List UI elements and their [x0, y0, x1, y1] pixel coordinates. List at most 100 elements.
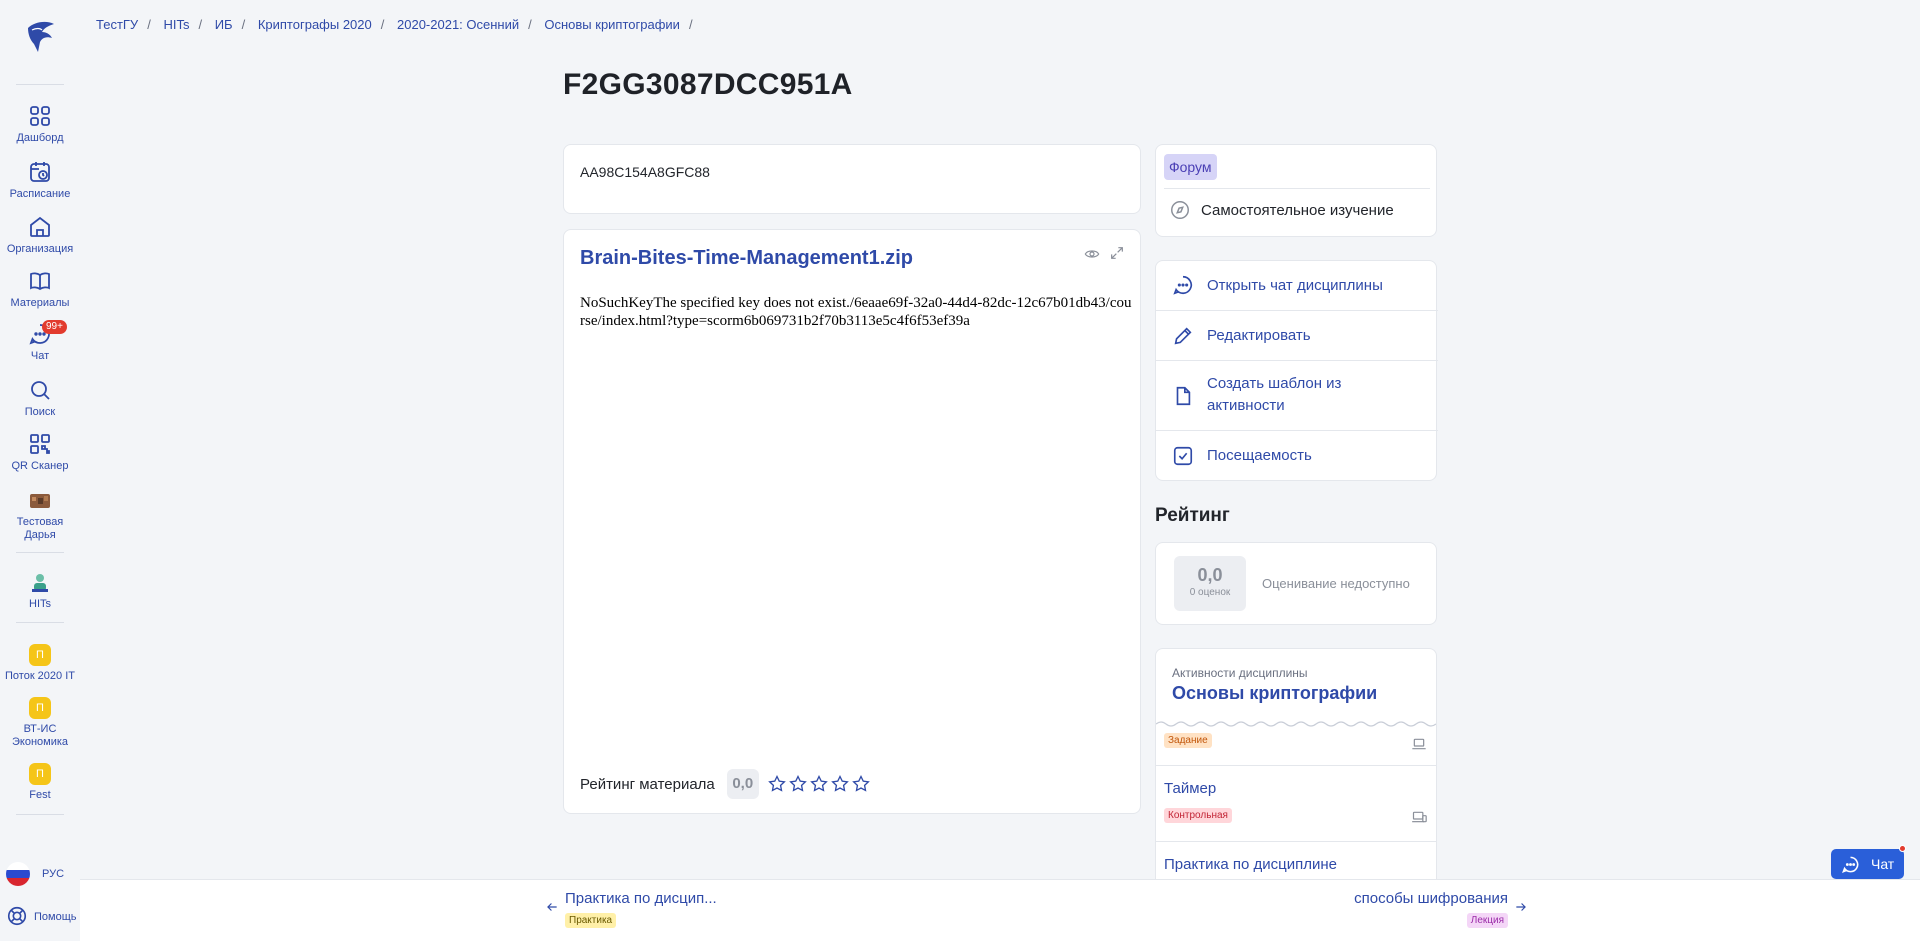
activity-item[interactable]: Задание — [1156, 728, 1436, 766]
sidebar: Дашборд Расписание Организация Материалы… — [0, 0, 80, 941]
star-icon[interactable] — [788, 774, 808, 794]
help-label: Помощь — [34, 911, 77, 923]
activities-subtitle: Активности дисциплины — [1172, 666, 1308, 680]
previous-activity-label: Практика по дисцип... — [565, 890, 717, 907]
breadcrumb-separator: / — [688, 17, 693, 32]
qr-icon — [30, 434, 50, 454]
next-activity-link[interactable]: способы шифрования Лекция — [1258, 890, 1526, 928]
sidebar-item-group-1[interactable]: П Поток 2020 IT — [0, 644, 80, 683]
sidebar-item-search[interactable]: Поиск — [0, 378, 80, 419]
actions-card: Открыть чат дисциплины Редактировать Соз… — [1155, 260, 1438, 481]
lifebuoy-icon — [7, 906, 27, 926]
activity-item[interactable]: Таймер Контрольная — [1156, 766, 1436, 842]
material-rating-value: 0,0 — [726, 769, 759, 799]
grid-icon — [30, 106, 50, 126]
star-rating[interactable] — [767, 774, 871, 794]
previous-activity-tag: Практика — [565, 913, 617, 928]
expand-icon[interactable] — [1109, 245, 1125, 261]
sidebar-item-label: Поток 2020 IT — [5, 670, 75, 682]
breadcrumb-separator: / — [198, 17, 203, 32]
activity-name: Практика по дисциплине — [1164, 856, 1337, 873]
activity-tag: Задание — [1164, 733, 1212, 748]
rating-card: 0,0 0 оценок Оценивание недоступно — [1155, 542, 1437, 625]
edit-button[interactable]: Редактировать — [1156, 311, 1438, 361]
sidebar-item-chat[interactable]: 99+ Чат — [0, 320, 80, 363]
breadcrumb-item[interactable]: Основы криптографии — [544, 17, 680, 32]
language-label: РУС — [42, 868, 65, 880]
bottom-navigation: Практика по дисцип... Практика способы ш… — [80, 879, 1920, 941]
page-title: F2GG3087DCC951A — [563, 68, 853, 101]
sidebar-divider — [16, 814, 64, 815]
sidebar-item-label: QR Сканер — [11, 460, 69, 472]
sidebar-divider — [16, 622, 64, 623]
star-icon[interactable] — [767, 774, 787, 794]
material-rating: Рейтинг материала 0,0 — [580, 769, 871, 799]
action-label: Посещаемость — [1207, 447, 1312, 464]
sidebar-item-label: Fest — [29, 789, 51, 801]
rating-heading: Рейтинг — [1155, 505, 1230, 526]
breadcrumb-separator: / — [380, 17, 385, 32]
breadcrumb-separator: / — [147, 17, 151, 32]
action-label: Открыть чат дисциплины — [1207, 277, 1383, 294]
sidebar-item-materials[interactable]: Материалы — [0, 269, 80, 310]
next-activity-tag: Лекция — [1466, 913, 1508, 928]
sidebar-item-group-3[interactable]: П Fest — [0, 763, 80, 802]
forum-tag: Форум — [1164, 154, 1217, 180]
group-letter-icon: П — [29, 644, 51, 666]
material-rating-label: Рейтинг материала — [580, 775, 715, 793]
sidebar-item-dashboard[interactable]: Дашборд — [0, 104, 80, 145]
devices-icon — [1412, 811, 1427, 823]
sidebar-item-qr-scanner[interactable]: QR Сканер — [0, 432, 80, 473]
wavy-divider — [1156, 721, 1436, 727]
breadcrumb-item[interactable]: Криптографы 2020 — [258, 17, 372, 32]
chat-button[interactable]: Чат — [1831, 845, 1906, 879]
arrow-right-icon — [1516, 903, 1526, 911]
document-icon — [1176, 386, 1191, 406]
sidebar-item-group-2[interactable]: П ВТ-ИС Экономика — [0, 697, 80, 749]
arrow-left-icon — [547, 903, 557, 911]
sidebar-item-label: Расписание — [9, 188, 71, 200]
file-card: Brain-Bites-Time-Management1.zip NoSuchK… — [563, 229, 1141, 814]
chat-badge: 99+ — [42, 320, 67, 334]
logo-icon[interactable] — [22, 18, 58, 54]
laptop-icon — [1412, 738, 1426, 750]
rating-value: 0,0 — [1197, 565, 1223, 585]
breadcrumb-item[interactable]: ИБ — [215, 17, 233, 32]
sidebar-item-hits[interactable]: HITs — [0, 570, 80, 611]
open-discipline-chat-button[interactable]: Открыть чат дисциплины — [1156, 261, 1438, 311]
star-icon[interactable] — [830, 774, 850, 794]
breadcrumb-item[interactable]: HITs — [163, 17, 189, 32]
breadcrumb-item[interactable]: 2020-2021: Осенний — [397, 17, 519, 32]
star-icon[interactable] — [809, 774, 829, 794]
rating-note: Оценивание недоступно — [1262, 576, 1410, 591]
chat-button-label: Чат — [1871, 856, 1895, 872]
forum-card: Форум Самостоятельное изучение — [1155, 144, 1437, 237]
russia-flag-icon — [6, 862, 30, 886]
next-activity-label: способы шифрования — [1354, 890, 1508, 907]
action-label: Создать шаблон из активности — [1207, 375, 1342, 414]
notification-dot — [1899, 845, 1906, 852]
chat-bubble-icon — [1173, 275, 1193, 295]
divider — [1164, 188, 1430, 189]
sidebar-item-organization[interactable]: Организация — [0, 215, 80, 256]
sidebar-item-label: Чат — [30, 350, 50, 362]
file-title[interactable]: Brain-Bites-Time-Management1.zip — [580, 247, 913, 270]
sidebar-item-label: Тестовая Дарья — [16, 516, 64, 541]
breadcrumb: ТестГУ / HITs / ИБ / Криптографы 2020 / 2020… — [96, 17, 702, 32]
eye-icon[interactable] — [1084, 246, 1100, 262]
breadcrumb-separator: / — [528, 17, 532, 32]
attendance-button[interactable]: Посещаемость — [1156, 431, 1438, 481]
sidebar-item-profile[interactable]: Тестовая Дарья — [0, 488, 80, 542]
activities-title[interactable]: Основы криптографии — [1172, 683, 1377, 704]
group-letter-icon: П — [29, 697, 51, 719]
sidebar-item-label: Организация — [6, 243, 74, 255]
star-icon[interactable] — [851, 774, 871, 794]
home-icon — [30, 216, 50, 237]
sidebar-item-label: Материалы — [10, 297, 70, 309]
sidebar-item-label: ВТ-ИС Экономика — [11, 723, 69, 748]
create-template-button[interactable]: Создать шаблон из активности — [1156, 361, 1438, 431]
org-avatar — [32, 574, 48, 592]
breadcrumb-item[interactable]: ТестГУ — [96, 17, 138, 32]
previous-activity-link[interactable]: Практика по дисцип... Практика — [547, 890, 717, 928]
sidebar-item-schedule[interactable]: Расписание — [0, 160, 80, 201]
